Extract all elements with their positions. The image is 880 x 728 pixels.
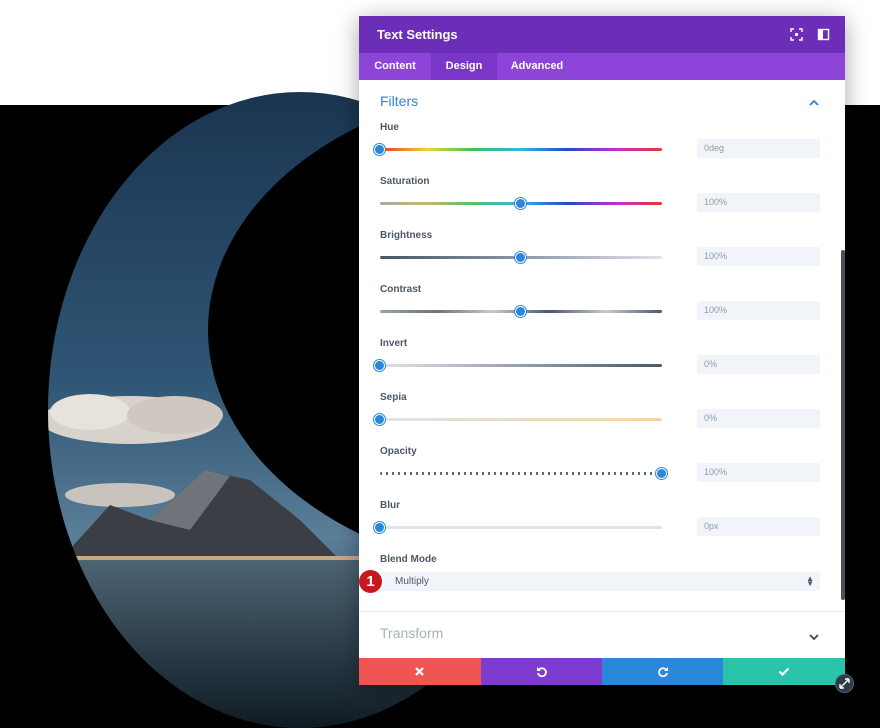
undo-button[interactable] (481, 658, 603, 685)
chevron-down-icon[interactable] (808, 629, 820, 641)
blur-value-input[interactable]: 0px (697, 517, 820, 536)
saturation-slider-knob[interactable] (515, 198, 526, 209)
sepia-slider-track[interactable] (380, 418, 662, 421)
transform-section-title[interactable]: Transform (380, 625, 443, 641)
cancel-icon (415, 667, 424, 676)
tab-advanced[interactable]: Advanced (497, 53, 577, 80)
contrast-slider-knob[interactable] (515, 306, 526, 317)
invert-slider-knob[interactable] (374, 360, 385, 371)
blur-slider-knob[interactable] (374, 522, 385, 533)
blur-slider-track[interactable] (380, 526, 662, 529)
resize-handle[interactable] (835, 674, 854, 693)
opacity-label: Opacity (380, 446, 417, 457)
step-number-badge: 1 (359, 569, 383, 594)
brightness-value-input[interactable]: 100% (697, 247, 820, 266)
save-button[interactable] (723, 658, 845, 685)
blend-mode-value: Multiply (395, 576, 429, 587)
page: Text Settings Content Design Advanced Fi… (0, 0, 880, 728)
modal-header: Text Settings (359, 16, 845, 53)
tab-content[interactable]: Content (359, 53, 431, 80)
blend-mode-label: Blend Mode (380, 554, 437, 565)
settings-tabs: Content Design Advanced (359, 53, 845, 80)
opacity-value-input[interactable]: 100% (697, 463, 820, 482)
blur-label: Blur (380, 500, 400, 511)
modal-title: Text Settings (377, 27, 458, 42)
sepia-label: Sepia (380, 392, 407, 403)
contrast-label: Contrast (380, 284, 422, 295)
saturation-value-input[interactable]: 100% (697, 193, 820, 212)
saturation-label: Saturation (380, 176, 430, 187)
invert-label: Invert (380, 338, 408, 349)
redo-icon (658, 667, 668, 678)
blend-mode-select[interactable]: Multiply ▲ ▼ (367, 572, 820, 591)
cancel-button[interactable] (359, 658, 481, 685)
expand-icon[interactable] (790, 28, 803, 41)
tab-design[interactable]: Design (431, 53, 497, 80)
scrollbar[interactable] (841, 250, 845, 600)
text-settings-modal: Text Settings Content Design Advanced Fi… (359, 16, 845, 685)
section-divider (359, 611, 845, 612)
hue-value-input[interactable]: 0deg (697, 139, 820, 158)
resize-icon (839, 678, 850, 689)
sepia-value-input[interactable]: 0% (697, 409, 820, 428)
split-view-icon[interactable] (817, 28, 830, 41)
filters-section-title[interactable]: Filters (380, 93, 418, 109)
select-arrows-icon: ▲ ▼ (806, 574, 814, 588)
chevron-up-icon[interactable] (808, 95, 820, 106)
invert-value-input[interactable]: 0% (697, 355, 820, 374)
hue-label: Hue (380, 122, 399, 133)
invert-slider-track[interactable] (380, 364, 662, 367)
redo-button[interactable] (602, 658, 724, 685)
brightness-slider-knob[interactable] (515, 252, 526, 263)
modal-body: Filters Hue 0deg Saturation 100% Brightn… (359, 80, 845, 658)
sepia-slider-knob[interactable] (374, 414, 385, 425)
undo-icon (537, 667, 547, 678)
brightness-label: Brightness (380, 230, 433, 241)
hue-slider-track[interactable] (380, 148, 662, 151)
hue-slider-knob[interactable] (374, 144, 385, 155)
modal-footer (359, 658, 845, 685)
save-check-icon (778, 667, 790, 677)
opacity-slider-knob[interactable] (656, 468, 667, 479)
opacity-slider-track[interactable] (380, 472, 662, 475)
contrast-value-input[interactable]: 100% (697, 301, 820, 320)
